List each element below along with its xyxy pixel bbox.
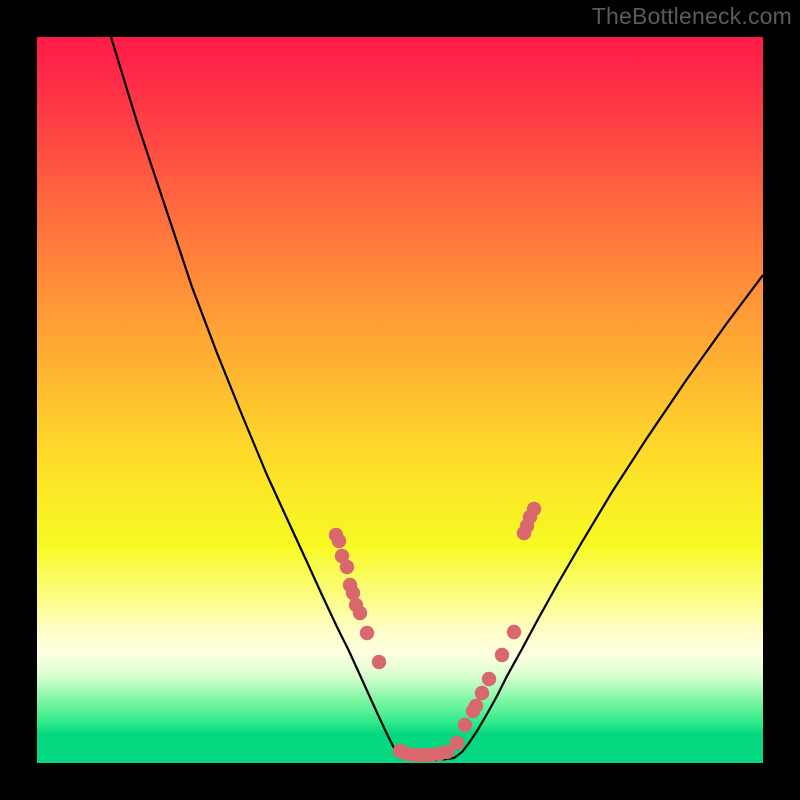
data-dot <box>458 718 472 732</box>
data-dot <box>353 606 367 620</box>
data-dot <box>340 560 354 574</box>
curve-line <box>111 37 763 760</box>
data-dot <box>507 625 521 639</box>
data-dot <box>332 534 346 548</box>
chart-plot-area <box>37 37 763 763</box>
data-dot <box>346 586 360 600</box>
data-dot <box>495 648 509 662</box>
data-dot <box>482 672 496 686</box>
data-dots-group <box>329 502 541 762</box>
image-frame: TheBottleneck.com <box>0 0 800 800</box>
bottleneck-curve <box>37 37 763 763</box>
data-dot <box>527 502 541 516</box>
data-dot <box>450 736 464 750</box>
watermark-text: TheBottleneck.com <box>592 3 792 30</box>
data-dot <box>475 686 489 700</box>
data-dot <box>360 626 374 640</box>
data-dot <box>372 655 386 669</box>
data-dot <box>469 699 483 713</box>
